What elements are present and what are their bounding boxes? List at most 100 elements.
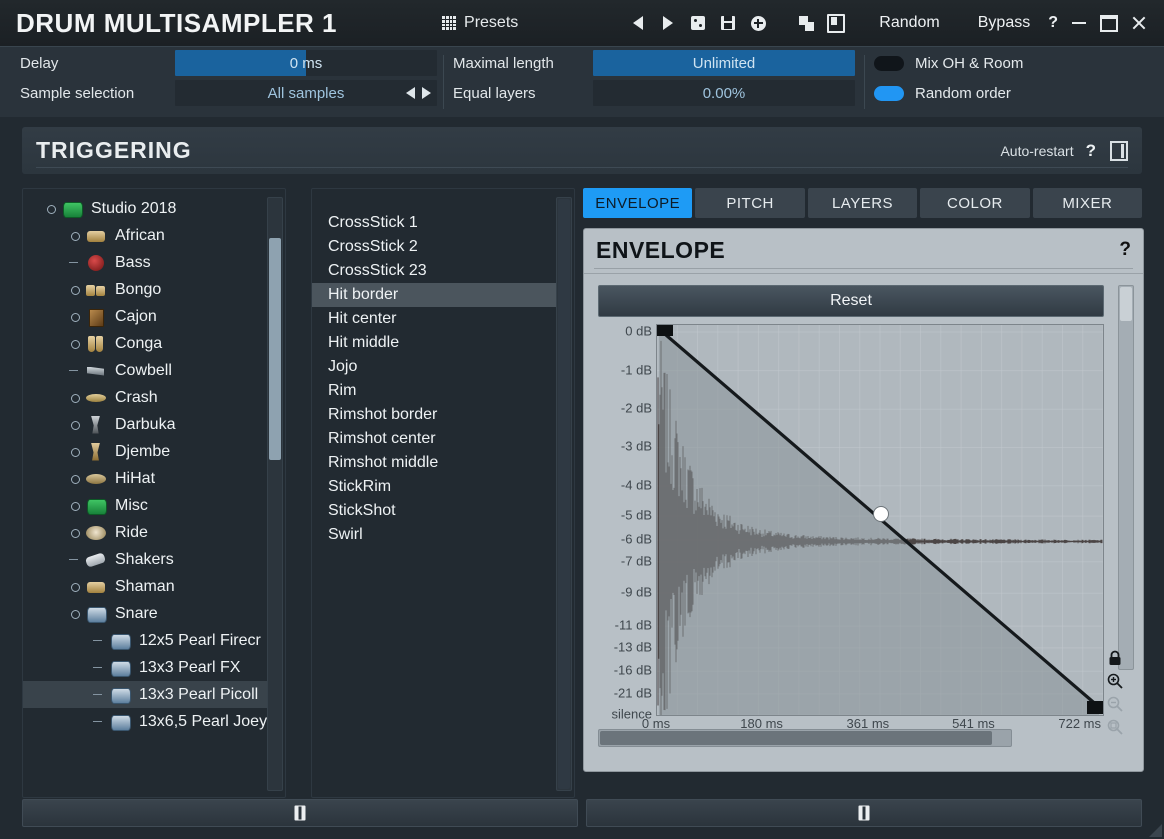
tree-expander-icon[interactable] bbox=[93, 635, 104, 646]
bypass-button[interactable]: Bypass bbox=[966, 14, 1042, 32]
tab-bar[interactable]: ENVELOPEPITCHLAYERSCOLORMIXER bbox=[583, 188, 1142, 218]
reset-button[interactable]: Reset bbox=[598, 285, 1104, 317]
next-preset-icon[interactable] bbox=[653, 8, 683, 38]
tree-expander-icon[interactable] bbox=[69, 257, 80, 268]
save-icon[interactable] bbox=[713, 8, 743, 38]
tree-expander-icon[interactable] bbox=[69, 338, 80, 349]
equal-layers-slider[interactable]: 0.00% bbox=[593, 80, 855, 106]
sample-list-item[interactable]: Swirl bbox=[312, 523, 558, 547]
envelope-curve[interactable] bbox=[657, 325, 1103, 715]
tree-expander-icon[interactable] bbox=[69, 500, 80, 511]
sample-list-item[interactable]: Rimshot center bbox=[312, 427, 558, 451]
tree-expander-icon[interactable] bbox=[69, 284, 80, 295]
envelope-vertical-scrollbar[interactable] bbox=[1118, 285, 1134, 670]
tree-node[interactable]: Cajon bbox=[23, 303, 271, 330]
tree-node[interactable]: Crash bbox=[23, 384, 271, 411]
tree-node[interactable]: 13x6,5 Pearl Joey bbox=[23, 708, 271, 735]
tree-node[interactable]: Misc bbox=[23, 492, 271, 519]
tree-node[interactable]: Bongo bbox=[23, 276, 271, 303]
tree-expander-icon[interactable] bbox=[69, 527, 80, 538]
sample-list-item[interactable]: StickRim bbox=[312, 475, 558, 499]
tree-expander-icon[interactable] bbox=[69, 230, 80, 241]
tree-expander-icon[interactable] bbox=[69, 365, 80, 376]
tree-node[interactable]: Conga bbox=[23, 330, 271, 357]
tree-expander-icon[interactable] bbox=[69, 392, 80, 403]
maximal-length-slider[interactable]: Unlimited bbox=[593, 50, 855, 76]
section-help-icon[interactable]: ? bbox=[1086, 141, 1096, 161]
lock-icon[interactable] bbox=[1106, 649, 1124, 667]
drumkit-tree[interactable]: Studio 2018AfricanBassBongoCajonCongaCow… bbox=[23, 195, 271, 735]
sample-list-item[interactable]: CrossStick 23 bbox=[312, 259, 558, 283]
sample-list-item[interactable]: Hit border bbox=[312, 283, 558, 307]
sample-list-item[interactable]: Rimshot middle bbox=[312, 451, 558, 475]
zoom-in-icon[interactable] bbox=[1106, 672, 1124, 690]
sample-list-item[interactable]: Jojo bbox=[312, 355, 558, 379]
sample-list-item[interactable]: Hit center bbox=[312, 307, 558, 331]
minimize-button[interactable] bbox=[1064, 8, 1094, 38]
envelope-plot[interactable] bbox=[656, 324, 1104, 716]
tree-node[interactable]: 12x5 Pearl Firecr bbox=[23, 627, 271, 654]
random-order-toggle[interactable] bbox=[874, 86, 904, 101]
tree-node[interactable]: Shaman bbox=[23, 573, 271, 600]
tree-expander-icon[interactable] bbox=[93, 662, 104, 673]
random-button[interactable]: Random bbox=[867, 14, 951, 32]
tree-expander-icon[interactable] bbox=[69, 446, 80, 457]
tab-pitch[interactable]: PITCH bbox=[695, 188, 804, 218]
randomize-icon[interactable] bbox=[683, 8, 713, 38]
tree-node[interactable]: HiHat bbox=[23, 465, 271, 492]
tab-color[interactable]: COLOR bbox=[920, 188, 1029, 218]
tree-node[interactable]: African bbox=[23, 222, 271, 249]
sample-list[interactable]: CrossStick 1CrossStick 2CrossStick 23Hit… bbox=[312, 211, 558, 547]
zoom-out-icon[interactable] bbox=[1106, 695, 1124, 713]
sample-list-item[interactable]: CrossStick 1 bbox=[312, 211, 558, 235]
sample-list-item[interactable]: CrossStick 2 bbox=[312, 235, 558, 259]
tree-node[interactable]: Ride bbox=[23, 519, 271, 546]
help-button[interactable]: ? bbox=[1042, 14, 1064, 32]
prev-arrow-icon[interactable] bbox=[406, 87, 415, 99]
envelope-horizontal-scrollbar[interactable] bbox=[598, 729, 1012, 747]
tree-node[interactable]: Djembe bbox=[23, 438, 271, 465]
sample-list-scrollbar[interactable] bbox=[556, 197, 572, 791]
resize-corner[interactable] bbox=[1149, 824, 1162, 837]
tree-node[interactable]: Studio 2018 bbox=[23, 195, 271, 222]
tree-node[interactable]: Bass bbox=[23, 249, 271, 276]
delay-slider[interactable]: 0 ms bbox=[175, 50, 437, 76]
sample-list-item[interactable]: Rimshot border bbox=[312, 403, 558, 427]
tree-expander-icon[interactable] bbox=[69, 473, 80, 484]
tree-node[interactable]: Cowbell bbox=[23, 357, 271, 384]
tree-expander-icon[interactable] bbox=[69, 608, 80, 619]
close-button[interactable] bbox=[1124, 8, 1154, 38]
next-arrow-icon[interactable] bbox=[422, 87, 431, 99]
panel-toggle-icon[interactable] bbox=[1110, 141, 1128, 161]
presets-button[interactable]: Presets bbox=[442, 14, 518, 32]
auto-restart-button[interactable]: Auto-restart bbox=[1000, 143, 1073, 159]
mix-oh-room-toggle[interactable] bbox=[874, 56, 904, 71]
maximize-button[interactable] bbox=[1094, 8, 1124, 38]
prev-preset-icon[interactable] bbox=[623, 8, 653, 38]
tree-expander-icon[interactable] bbox=[69, 581, 80, 592]
add-icon[interactable] bbox=[743, 8, 773, 38]
tab-mixer[interactable]: MIXER bbox=[1033, 188, 1142, 218]
copy-icon[interactable] bbox=[791, 8, 821, 38]
right-resize-handle[interactable] bbox=[586, 799, 1142, 827]
tree-expander-icon[interactable] bbox=[69, 419, 80, 430]
sample-selection-field[interactable]: All samples bbox=[175, 80, 437, 106]
zoom-fit-icon[interactable] bbox=[1106, 718, 1124, 736]
sample-list-item[interactable]: Rim bbox=[312, 379, 558, 403]
tree-node[interactable]: Shakers bbox=[23, 546, 271, 573]
tab-layers[interactable]: LAYERS bbox=[808, 188, 917, 218]
tree-node[interactable]: Snare bbox=[23, 600, 271, 627]
tab-envelope[interactable]: ENVELOPE bbox=[583, 188, 692, 218]
sample-list-item[interactable]: Hit middle bbox=[312, 331, 558, 355]
envelope-help-icon[interactable]: ? bbox=[1119, 239, 1131, 261]
tree-expander-icon[interactable] bbox=[93, 716, 104, 727]
left-resize-handle[interactable] bbox=[22, 799, 578, 827]
tree-expander-icon[interactable] bbox=[69, 554, 80, 565]
tree-expander-icon[interactable] bbox=[45, 203, 56, 214]
tree-expander-icon[interactable] bbox=[93, 689, 104, 700]
tree-node[interactable]: 13x3 Pearl Picoll bbox=[23, 681, 271, 708]
paste-icon[interactable] bbox=[821, 8, 851, 38]
tree-node[interactable]: Darbuka bbox=[23, 411, 271, 438]
sample-list-item[interactable]: StickShot bbox=[312, 499, 558, 523]
tree-node[interactable]: 13x3 Pearl FX bbox=[23, 654, 271, 681]
